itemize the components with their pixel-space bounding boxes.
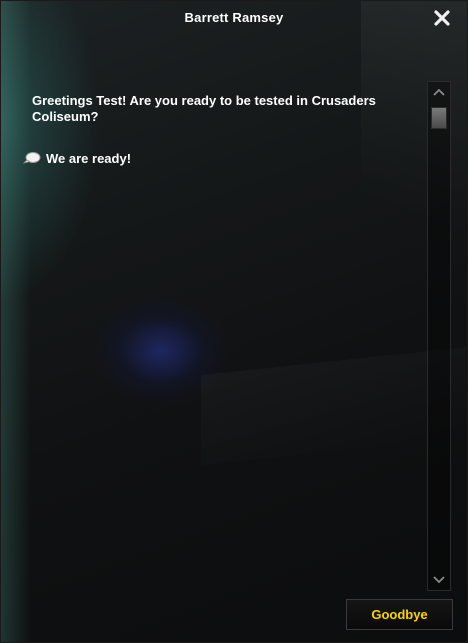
- scroll-up-button[interactable]: [430, 84, 448, 102]
- npc-greeting-text: Greetings Test! Are you ready to be test…: [32, 93, 376, 124]
- goodbye-button[interactable]: Goodbye: [346, 599, 453, 630]
- scrollbar[interactable]: [427, 81, 451, 591]
- gossip-option-label: We are ready!: [46, 150, 132, 166]
- chat-bubble-icon: [23, 151, 41, 165]
- dialog-content: Greetings Test! Are you ready to be test…: [1, 81, 421, 569]
- chevron-down-icon: [433, 576, 445, 584]
- close-button[interactable]: [431, 7, 453, 29]
- npc-dialog-window: Barrett Ramsey Greetings Test! Are you r…: [0, 0, 468, 643]
- npc-name-title: Barrett Ramsey: [184, 10, 284, 25]
- chevron-up-icon: [433, 88, 445, 96]
- scroll-thumb[interactable]: [431, 107, 447, 129]
- gossip-option-we-are-ready[interactable]: We are ready!: [23, 149, 131, 167]
- close-icon: [434, 10, 450, 26]
- scroll-down-button[interactable]: [430, 570, 448, 588]
- title-bar: Barrett Ramsey: [1, 1, 467, 37]
